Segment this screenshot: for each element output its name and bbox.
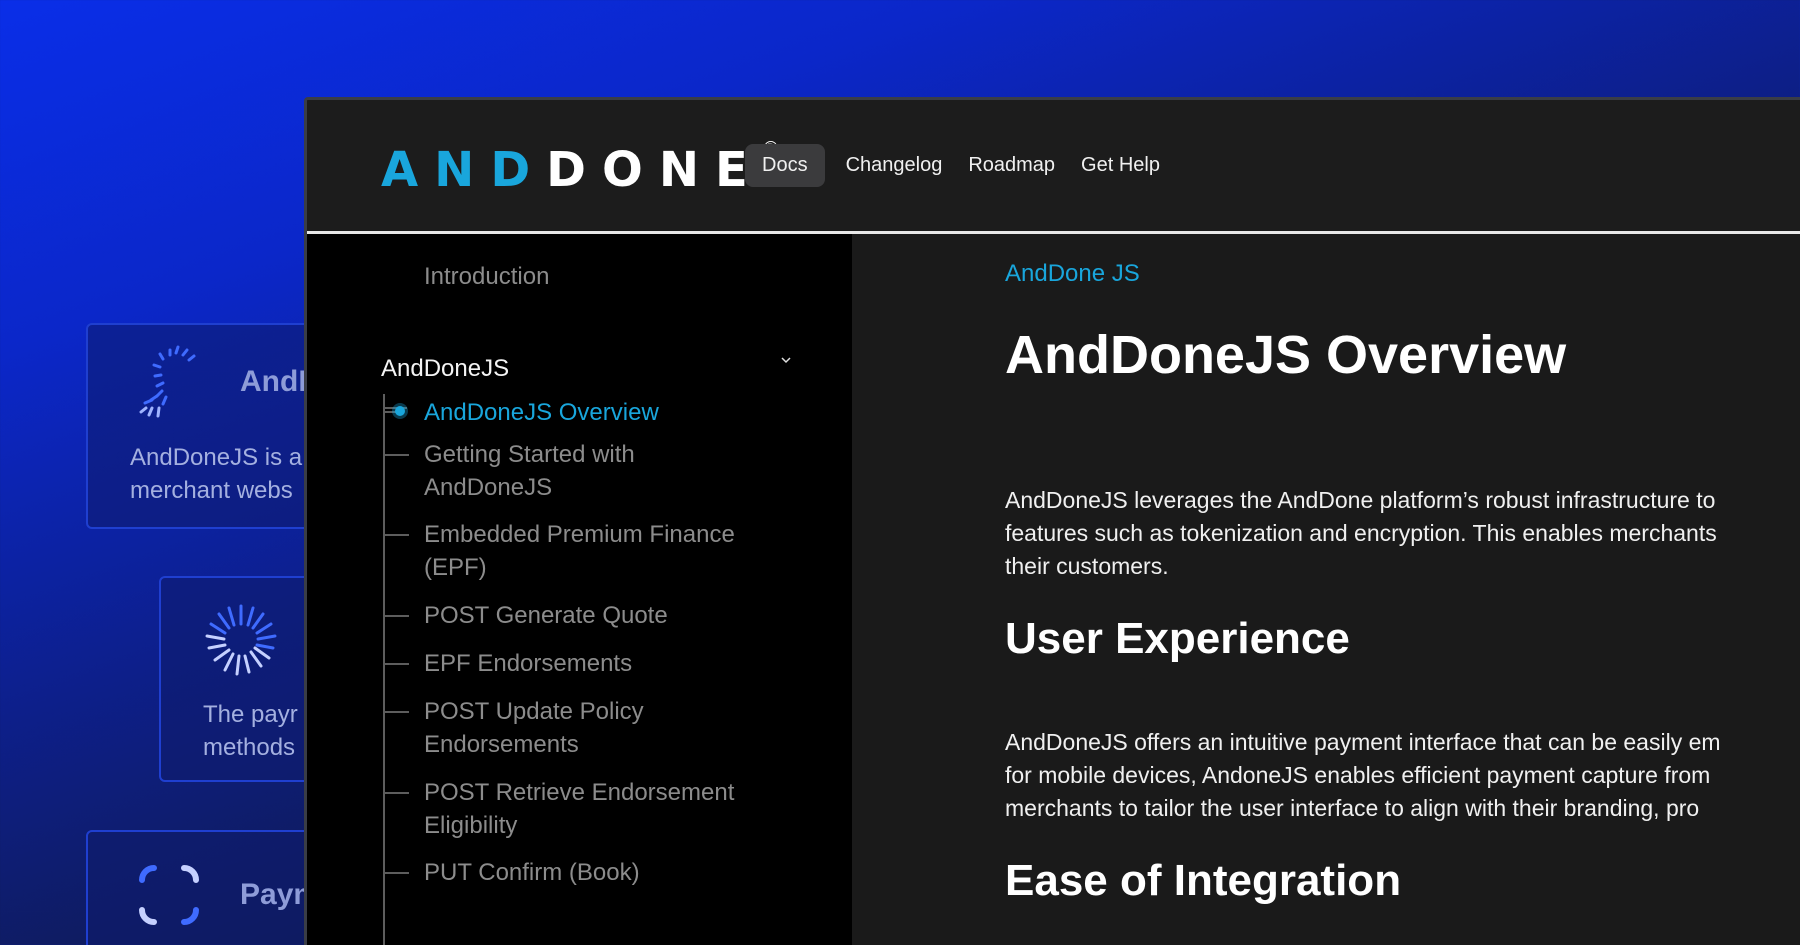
sidebar-item-anddonejs-overview[interactable]: AndDoneJS Overview [424,396,659,429]
sidebar-item-label: Getting Started with [424,441,635,468]
section-paragraph-line: AndDoneJS offers an intuitive payment in… [1005,729,1721,755]
sidebar-item-put-confirm-book[interactable]: PUT Confirm (Book) [424,856,640,889]
sidebar-item-post-update-policy[interactable]: POST Update Policy Endorsements [424,695,644,761]
docs-window: ANDDONE ® Docs Changelog Roadmap Get Hel… [304,97,1800,945]
chevron-down-icon[interactable] [781,355,791,365]
feature-card-text-line: methods [203,734,296,761]
sidebar-item-label: Eligibility [424,812,518,839]
tree-tick [383,454,409,456]
docs-content: AndDone JS AndDoneJS Overview AndDoneJS … [852,234,1800,945]
sidebar-item-introduction[interactable]: Introduction [424,260,549,293]
intro-paragraph-line: features such as tokenization and encryp… [1005,520,1717,546]
radial-dots-icon [132,345,208,426]
logo-done-text: DONE [546,142,764,198]
sidebar-item-label: Endorsements [424,731,579,758]
section-paragraph-line: merchants to tailor the user interface t… [1005,795,1700,821]
docs-sidebar: Introduction AndDoneJS AndDoneJS Overvie… [307,234,852,945]
tree-tick [383,792,409,794]
section-heading-ease-of-integration: Ease of Integration [1005,856,1402,905]
anddone-logo[interactable]: ANDDONE ® [381,138,780,198]
burst-icon [201,600,281,685]
intro-paragraph-line: their customers. [1005,553,1169,579]
corner-brackets-icon [134,860,204,935]
tree-tick [383,872,409,874]
sidebar-item-label: POST Retrieve Endorsement [424,779,735,806]
sidebar-item-label: AndDoneJS [424,474,553,501]
tree-tick [383,615,409,617]
sidebar-group-anddonejs[interactable]: AndDoneJS [381,352,509,385]
feature-card-text-line: The payr [203,701,298,728]
sidebar-item-epf[interactable]: Embedded Premium Finance (EPF) [424,518,735,584]
feature-card-text-line: AndDoneJS is a [130,444,303,471]
tree-tick [383,663,409,665]
top-nav: Docs Changelog Roadmap Get Help [745,144,1173,187]
active-item-bullet [395,406,405,416]
sidebar-item-post-retrieve-eligibility[interactable]: POST Retrieve Endorsement Eligibility [424,776,734,842]
tree-tick [383,711,409,713]
nav-get-help[interactable]: Get Help [1068,144,1173,187]
section-paragraph-line: for mobile devices, AndoneJS enables eff… [1005,762,1711,788]
intro-paragraph-line: AndDoneJS leverages the AndDone platform… [1005,487,1716,513]
sidebar-item-getting-started[interactable]: Getting Started with AndDoneJS [424,438,635,504]
feature-card-text-line: merchant webs [130,477,293,504]
page-title: AndDoneJS Overview [1005,325,1567,385]
tree-connector [383,399,385,945]
site-header: ANDDONE ® Docs Changelog Roadmap Get Hel… [307,100,1800,234]
sidebar-item-post-generate-quote[interactable]: POST Generate Quote [424,599,668,632]
logo-and-text: AND [381,142,547,198]
breadcrumb[interactable]: AndDone JS [1005,260,1140,288]
section-heading-user-experience: User Experience [1005,614,1350,663]
tree-tick [383,534,409,536]
nav-docs[interactable]: Docs [745,144,825,187]
sidebar-item-label: (EPF) [424,554,487,581]
nav-changelog[interactable]: Changelog [833,144,956,187]
sidebar-item-epf-endorsements[interactable]: EPF Endorsements [424,647,632,680]
sidebar-item-label: Embedded Premium Finance [424,521,735,548]
sidebar-item-label: POST Update Policy [424,698,644,725]
nav-roadmap[interactable]: Roadmap [955,144,1068,187]
